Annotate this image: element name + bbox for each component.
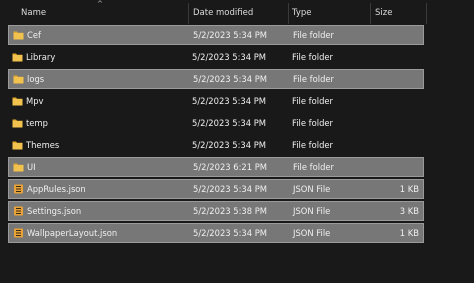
folder-icon [13,74,24,84]
file-type: File folder [292,140,333,150]
file-name: Mpv [26,96,44,106]
column-header-date-modified[interactable]: Date modified [193,3,253,24]
file-type: JSON File [293,206,331,216]
file-date-modified: 5/2/2023 5:34 PM [193,30,268,40]
folder-icon [12,96,23,106]
folder-icon [13,30,24,40]
file-date-modified: 5/2/2023 5:34 PM [193,74,268,84]
file-row[interactable]: AppRules.json 5/2/2023 5:34 PM JSON File 1 … [8,179,424,199]
file-date-modified: 5/2/2023 5:34 PM [193,228,268,238]
column-divider[interactable] [370,3,371,24]
file-type: File folder [292,118,333,128]
json-file-icon [13,228,24,238]
file-row[interactable]: Themes 5/2/2023 5:34 PM File folder [8,135,424,155]
file-date-modified: 5/2/2023 5:34 PM [192,96,267,106]
file-row[interactable]: temp 5/2/2023 5:34 PM File folder [8,113,424,133]
file-name: Settings.json [27,206,82,216]
file-size: 3 KB [399,206,419,216]
file-date-modified: 5/2/2023 5:34 PM [192,52,267,62]
column-header-row: Name Date modified Type Size [0,3,474,24]
file-type: File folder [293,162,334,172]
file-date-modified: 5/2/2023 5:34 PM [192,118,267,128]
file-name: temp [26,118,48,128]
folder-icon [12,52,23,62]
file-name: Library [26,52,56,62]
file-name: Themes [26,140,60,150]
file-row[interactable]: Mpv 5/2/2023 5:34 PM File folder [8,91,424,111]
folder-icon [13,162,24,172]
file-row[interactable]: Cef 5/2/2023 5:34 PM File folder [8,25,424,45]
file-date-modified: 5/2/2023 5:38 PM [193,206,268,216]
column-divider[interactable] [188,3,189,24]
file-name: WallpaperLayout.json [27,228,118,238]
json-file-icon [13,184,24,194]
file-type: JSON File [293,228,331,238]
column-header-name[interactable]: Name [21,3,46,24]
file-type: File folder [292,52,333,62]
file-row[interactable]: WallpaperLayout.json 5/2/2023 5:34 PM JSON… [8,223,424,243]
column-divider[interactable] [426,3,427,24]
file-row[interactable]: logs 5/2/2023 5:34 PM File folder [8,69,424,89]
file-row[interactable]: Settings.json 5/2/2023 5:38 PM JSON File 3 … [8,201,424,221]
column-header-size[interactable]: Size [375,3,392,24]
file-row[interactable]: UI 5/2/2023 6:21 PM File folder [8,157,424,177]
file-size: 1 KB [399,184,419,194]
json-file-icon [13,206,24,216]
folder-icon [12,118,23,128]
column-header-type[interactable]: Type [292,3,312,24]
column-divider[interactable] [288,3,289,24]
file-size: 1 KB [399,228,419,238]
file-type: File folder [292,96,333,106]
file-name: Cef [27,30,41,40]
file-name: AppRules.json [27,184,86,194]
file-type: File folder [293,74,334,84]
file-type: File folder [293,30,334,40]
file-date-modified: 5/2/2023 5:34 PM [193,184,268,194]
file-date-modified: 5/2/2023 5:34 PM [192,140,267,150]
file-name: logs [27,74,45,84]
file-date-modified: 5/2/2023 6:21 PM [193,162,268,172]
file-type: JSON File [293,184,331,194]
file-row[interactable]: Library 5/2/2023 5:34 PM File folder [8,47,424,67]
folder-icon [12,140,23,150]
file-name: UI [27,162,36,172]
file-explorer-window: ^ Name Date modified Type Size Cef 5/2/20… [0,0,474,283]
